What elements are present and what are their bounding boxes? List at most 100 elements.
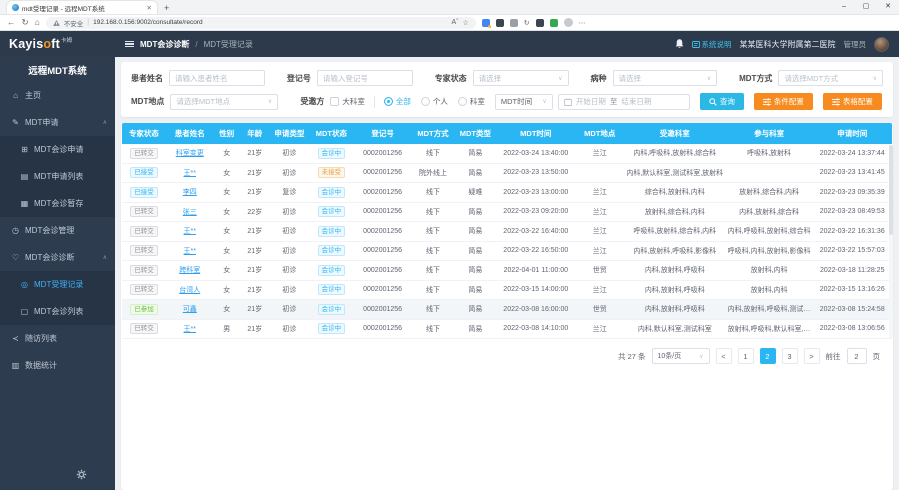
table-cell-mdt-status: 会诊中 (309, 284, 354, 295)
table-cell-invited-depts: 内科,放射科,呼吸科,影像科 (624, 246, 726, 256)
column-header: MDT类型 (455, 128, 497, 139)
extension-icon[interactable] (482, 19, 490, 27)
sidebar-item-mdt-consult-apply[interactable]: ⊞MDT会诊申请 (0, 136, 115, 163)
collections-icon[interactable] (510, 19, 518, 27)
patient-name-link[interactable]: 王** (184, 228, 196, 235)
patient-name-link[interactable]: 跨科室 (179, 267, 200, 274)
big-dept-checkbox[interactable] (330, 97, 339, 106)
patient-name-link[interactable]: 可鑫 (183, 306, 197, 313)
favorite-star-icon[interactable]: ☆ (462, 19, 468, 27)
mdt-place-select[interactable]: 请选择MDT地点∨ (170, 94, 278, 110)
sidebar-item-home[interactable]: ⌂主页 (0, 82, 115, 109)
goto-label: 前往 (826, 351, 841, 362)
table-cell-mdt-place: 兰江 (575, 324, 624, 334)
search-button[interactable]: 查询 (700, 93, 744, 110)
sidebar-item-label: MDT会诊列表 (34, 306, 83, 317)
refresh-icon[interactable]: ↻ (22, 18, 29, 27)
radio-all[interactable] (384, 97, 393, 106)
user-avatar[interactable] (874, 37, 889, 52)
patient-name-link[interactable]: 王** (184, 326, 196, 333)
condition-config-button[interactable]: 条件配置 (754, 93, 813, 110)
next-page-button[interactable]: > (804, 348, 820, 364)
table-cell-gender: 女 (214, 304, 240, 314)
table-cell-registry-no: 0002001256 (354, 189, 412, 196)
browser-tab[interactable]: mdt受理记录 - 远程MDT系统 ✕ (6, 0, 158, 14)
close-button[interactable]: ✕ (877, 0, 899, 14)
table-cell-mdt-mode: 线下 (411, 265, 454, 275)
prev-page-button[interactable]: < (716, 348, 732, 364)
table-config-button[interactable]: 表格配置 (823, 93, 882, 110)
sidebar-item-mdt-consult-manage[interactable]: ◷MDT会诊管理 (0, 217, 115, 244)
disease-select[interactable]: 请选择∨ (613, 70, 718, 86)
table-cell-apply-type: 初诊 (270, 226, 309, 236)
table-cell-mdt-mode: 线下 (411, 207, 454, 217)
patient-name-link[interactable]: 科室变更 (176, 150, 204, 157)
table-cell-apply-time: 2022-03-18 11:28:25 (813, 267, 892, 274)
sidebar-item-follow-list[interactable]: ≺随访列表 (0, 325, 115, 352)
table-scrollbar[interactable] (889, 145, 893, 338)
sidebar-item-mdt-apply[interactable]: ✎MDT申请∧ (0, 109, 115, 136)
sidebar-menu: ⌂主页✎MDT申请∧⊞MDT会诊申请▤MDT申请列表▦MDT会诊暂存◷MDT会诊… (0, 82, 115, 490)
bell-icon[interactable] (675, 39, 684, 49)
table-row: 已接受李四女21岁复诊会诊中0002001256线下疑难2022-03-23 1… (122, 183, 892, 203)
radio-personal[interactable] (421, 97, 430, 106)
home-icon[interactable]: ⌂ (35, 18, 40, 27)
page-button-3[interactable]: 3 (782, 348, 798, 364)
patient-name-link[interactable]: 李四 (183, 189, 197, 196)
expert-status-select[interactable]: 请选择∨ (473, 70, 569, 86)
read-aloud-icon[interactable]: Aˆ (451, 19, 458, 26)
sidebar-item-mdt-consult-list[interactable]: ▢MDT会诊列表 (0, 298, 115, 325)
registry-no-input[interactable]: 请输入登记号 (317, 70, 413, 86)
date-range-input[interactable]: 开始日期 至 结束日期 (558, 94, 690, 110)
table-cell-age: 21岁 (240, 304, 270, 314)
header-right: 系统说明 某某医科大学附属第二医院 管理员 (675, 37, 890, 52)
settings-gear-icon[interactable] (76, 467, 87, 485)
extension-icon[interactable] (496, 19, 504, 27)
sidebar-item-mdt-accept-record[interactable]: ◎MDT受理记录 (0, 271, 115, 298)
sidebar-item-mdt-consult-draft[interactable]: ▦MDT会诊暂存 (0, 190, 115, 217)
patient-name-link[interactable]: 张三 (183, 209, 197, 216)
table-cell-age: 21岁 (240, 324, 270, 334)
page-size-select[interactable]: 10条/页∨ (652, 348, 710, 364)
table-cell-expert-status: 已接受 (122, 167, 166, 178)
patient-name-link[interactable]: 王** (184, 248, 196, 255)
new-tab-button[interactable]: + (164, 3, 169, 14)
patient-name-input[interactable]: 请输入患者姓名 (169, 70, 265, 86)
page-button-2-current[interactable]: 2 (760, 348, 776, 364)
table-cell-apply-type: 初诊 (270, 285, 309, 295)
security-label: 不安全 (64, 18, 84, 28)
extension-icon[interactable] (550, 19, 558, 27)
table-cell-registry-no: 0002001256 (354, 150, 412, 157)
sidebar-item-data-stats[interactable]: ▥数据统计 (0, 352, 115, 379)
minimize-button[interactable]: – (833, 0, 855, 14)
patient-name-link[interactable]: 王** (184, 170, 196, 177)
table-cell-mdt-status: 会诊中 (309, 206, 354, 217)
back-icon[interactable]: ← (7, 18, 16, 27)
table-cell-patient-name: 李四 (166, 187, 214, 197)
menu-collapse-icon[interactable] (125, 41, 134, 48)
sidebar-item-label: MDT受理记录 (34, 279, 83, 290)
tab-close-icon[interactable]: ✕ (147, 4, 152, 12)
goto-page-input[interactable]: 2 (847, 348, 867, 364)
patient-name-link[interactable]: 台湾人 (179, 287, 200, 294)
results-table: 专家状态患者姓名性别年龄申请类型MDT状态登记号MDT方式MDT类型MDT时间M… (121, 123, 893, 490)
split-screen-icon[interactable] (536, 19, 544, 27)
sidebar-item-mdt-apply-list[interactable]: ▤MDT申请列表 (0, 163, 115, 190)
system-help-link[interactable]: 系统说明 (692, 39, 732, 50)
radio-dept[interactable] (458, 97, 467, 106)
sidebar-item-mdt-consult-diagnose[interactable]: ♡MDT会诊诊断∧ (0, 244, 115, 271)
table-cell-patient-name: 台湾人 (166, 285, 214, 295)
table-cell-invited-depts: 内科,默认科室,测试科室,放射科 (624, 168, 726, 178)
more-menu-icon[interactable]: ⋯ (579, 19, 586, 27)
maximize-button[interactable]: ▢ (855, 0, 877, 14)
browser-profile-avatar[interactable] (564, 18, 573, 27)
time-type-select[interactable]: MDT时间∨ (495, 94, 553, 110)
radio-personal-label: 个人 (433, 96, 448, 107)
clock-icon: ◷ (11, 226, 20, 235)
mdt-mode-select[interactable]: 请选择MDT方式∨ (778, 70, 883, 86)
address-bar[interactable]: 不安全 | 192.168.0.156:9002/consultate/reco… (46, 17, 476, 29)
browser-essentials-icon[interactable]: ↻ (524, 19, 530, 27)
table-cell-apply-type: 初诊 (270, 148, 309, 158)
page-button-1[interactable]: 1 (738, 348, 754, 364)
table-cell-expert-status: 已参加 (122, 304, 166, 315)
